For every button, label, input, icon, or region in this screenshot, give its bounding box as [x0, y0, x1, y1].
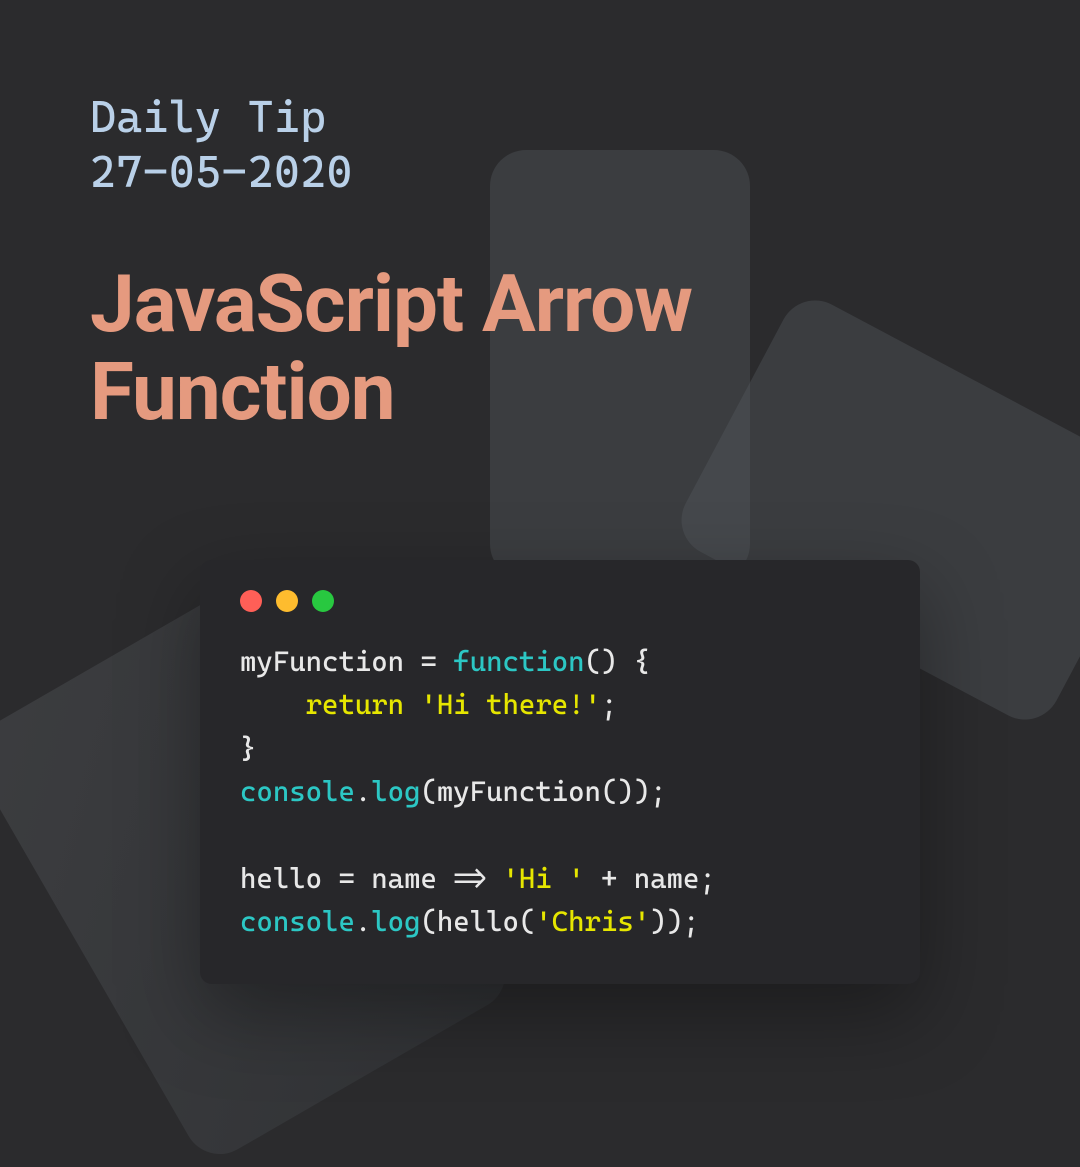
code-token [437, 645, 453, 678]
code-token: () { [585, 645, 651, 678]
code-token: = [338, 862, 354, 895]
code-token: console [240, 775, 355, 808]
maximize-icon [312, 590, 334, 612]
code-token [585, 862, 601, 895]
code-token: => [453, 862, 486, 895]
code-token: return [306, 688, 404, 721]
code-token: 'Hi ' [503, 862, 585, 895]
code-token: . [355, 905, 371, 938]
date-label: 27-05-2020 [90, 145, 990, 200]
code-token: ( [519, 905, 535, 938]
code-token: )); [650, 905, 699, 938]
code-token: log [371, 775, 420, 808]
header-content: Daily Tip 27-05-2020 JavaScript Arrow Fu… [0, 0, 1080, 436]
code-token: ( [420, 905, 436, 938]
code-token: name; [617, 862, 715, 895]
minimize-icon [276, 590, 298, 612]
code-block: myFunction = function() { return 'Hi the… [240, 640, 880, 944]
code-token [240, 688, 306, 721]
page-title: JavaScript Arrow Function [90, 260, 990, 436]
code-token: console [240, 905, 355, 938]
code-token: function [453, 645, 584, 678]
code-token: ( [420, 775, 436, 808]
code-token [486, 862, 502, 895]
window-traffic-lights [240, 590, 880, 612]
code-token: myFunction [437, 775, 601, 808]
code-token: 'Chris' [535, 905, 650, 938]
code-token: ; [601, 688, 617, 721]
code-token: = [420, 645, 436, 678]
code-token: name [355, 862, 453, 895]
code-token: + [601, 862, 617, 895]
code-token: hello [240, 862, 338, 895]
code-token: hello [437, 905, 519, 938]
close-icon [240, 590, 262, 612]
code-token: 'Hi there!' [420, 688, 600, 721]
code-token: . [355, 775, 371, 808]
code-token [404, 688, 420, 721]
code-token: ()); [601, 775, 667, 808]
code-token: } [240, 732, 256, 765]
code-token: myFunction [240, 645, 420, 678]
series-label: Daily Tip [90, 90, 990, 145]
code-token: log [371, 905, 420, 938]
code-window: myFunction = function() { return 'Hi the… [200, 560, 920, 984]
